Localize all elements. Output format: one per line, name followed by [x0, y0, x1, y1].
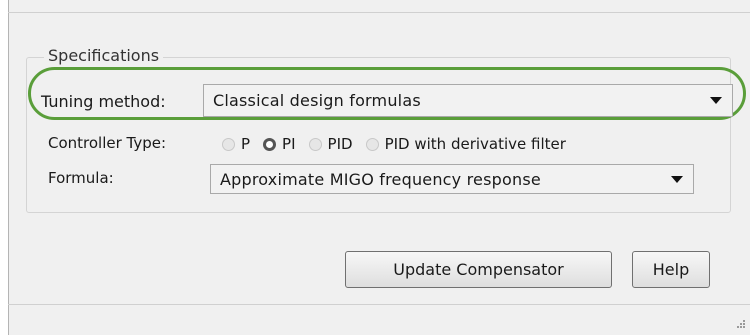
radio-label-pid-filter: PID with derivative filter	[384, 135, 566, 153]
chevron-down-icon	[710, 97, 722, 104]
resize-grip-icon[interactable]	[736, 319, 746, 329]
top-panel	[8, 0, 750, 13]
help-button[interactable]: Help	[632, 251, 710, 288]
tuning-method-label: Tuning method:	[41, 92, 166, 111]
controller-type-options: P PI PID PID with derivative filter	[222, 133, 579, 155]
tuning-method-dropdown[interactable]: Classical design formulas	[203, 84, 733, 117]
controller-type-label: Controller Type:	[48, 134, 167, 152]
radio-option-pi[interactable]: PI	[263, 135, 296, 153]
radio-option-pid-filter[interactable]: PID with derivative filter	[365, 135, 566, 153]
radio-icon[interactable]	[365, 137, 379, 151]
chevron-down-icon	[671, 175, 683, 183]
update-compensator-button[interactable]: Update Compensator	[345, 251, 612, 288]
window-left-edge	[0, 0, 9, 335]
radio-label-p: P	[241, 135, 251, 153]
radio-label-pid: PID	[327, 135, 353, 153]
radio-option-p[interactable]: P	[222, 135, 250, 153]
radio-icon[interactable]	[308, 137, 322, 151]
radio-icon[interactable]	[222, 137, 235, 151]
radio-selected-icon[interactable]	[263, 137, 277, 151]
tuning-method-value: Classical design formulas	[213, 91, 421, 110]
formula-value: Approximate MIGO frequency response	[220, 169, 541, 189]
specifications-title: Specifications	[44, 46, 164, 65]
status-bar-divider	[8, 304, 750, 305]
formula-dropdown[interactable]: Approximate MIGO frequency response	[210, 164, 694, 194]
formula-label: Formula:	[48, 169, 114, 187]
radio-option-pid[interactable]: PID	[308, 135, 353, 153]
radio-label-pi: PI	[282, 135, 296, 153]
